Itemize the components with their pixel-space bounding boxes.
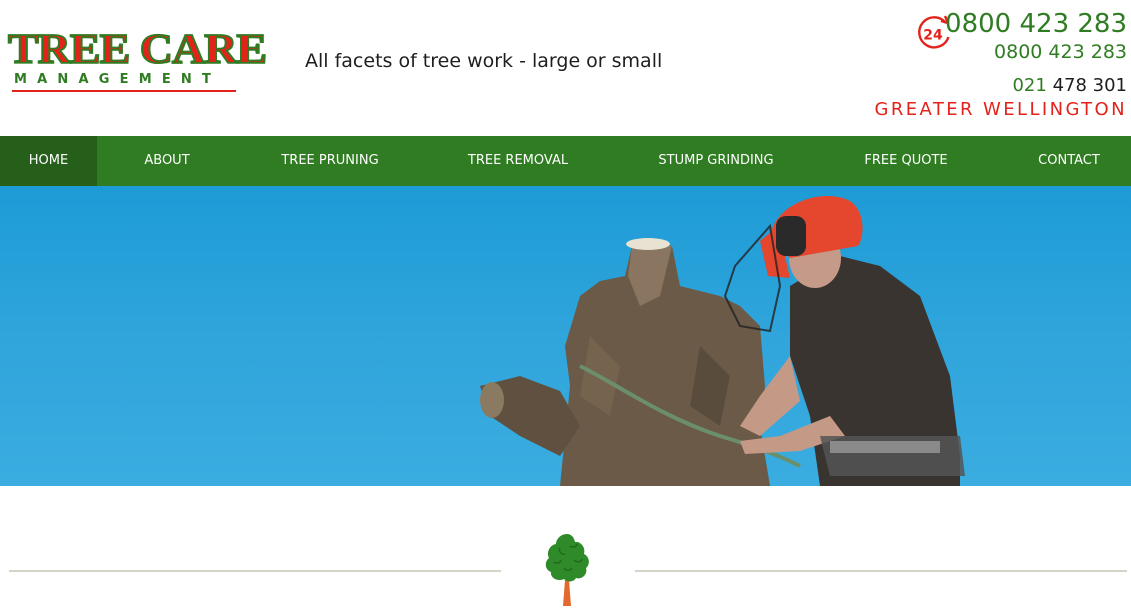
nav-item-tree-removal[interactable]: TREE REMOVAL [458, 136, 578, 186]
tagline: All facets of tree work - large or small [305, 50, 663, 72]
nav-item-home[interactable]: HOME [0, 136, 97, 186]
logo-title: TREE CARE [7, 25, 268, 73]
site-header: TREE CARE MANAGEMENT All facets of tree … [0, 0, 1131, 136]
section-divider-right [635, 570, 1127, 572]
hero-arborist-image [480, 195, 965, 486]
logo-underline [12, 90, 236, 92]
logo[interactable]: TREE CARE MANAGEMENT [7, 27, 268, 94]
nav-item-about[interactable]: ABOUT [127, 136, 207, 186]
phone-secondary[interactable]: 0800 423 283 [994, 40, 1127, 64]
hero-banner [0, 186, 1131, 486]
tree-icon [545, 534, 589, 606]
mobile-prefix: 021 [1012, 75, 1047, 96]
nav-item-stump-grinding[interactable]: STUMP GRINDING [646, 136, 786, 186]
mobile-phone[interactable]: 021 478 301 [1012, 74, 1127, 98]
clock-badge-text: 24 [923, 28, 943, 44]
nav-item-contact[interactable]: CONTACT [1028, 136, 1110, 186]
main-nav: HOME ABOUT TREE PRUNING TREE REMOVAL STU… [0, 136, 1131, 186]
region-label: GREATER WELLINGTON [874, 99, 1127, 120]
phone-primary[interactable]: 0800 423 283 [945, 6, 1127, 42]
section-divider-left [9, 570, 501, 572]
nav-item-free-quote[interactable]: FREE QUOTE [856, 136, 956, 186]
nav-item-tree-pruning[interactable]: TREE PRUNING [270, 136, 390, 186]
logo-subtitle: MANAGEMENT [14, 72, 222, 87]
mobile-number: 478 301 [1052, 75, 1127, 96]
